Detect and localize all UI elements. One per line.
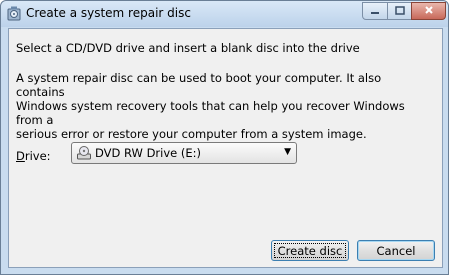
cancel-button[interactable]: Cancel xyxy=(357,240,435,261)
window-title: Create a system repair disc xyxy=(26,6,191,20)
dialog-window: Create a system repair disc Select a CD/… xyxy=(0,0,449,275)
maximize-icon xyxy=(394,5,405,18)
close-button[interactable] xyxy=(411,2,446,20)
title-bar[interactable]: Create a system repair disc xyxy=(1,1,448,27)
drive-label-access-key: D xyxy=(16,149,25,163)
dvd-drive-icon xyxy=(77,146,91,161)
drive-select-value: DVD RW Drive (E:) xyxy=(95,146,202,160)
minimize-button[interactable] xyxy=(362,2,388,20)
repair-disc-app-icon xyxy=(7,6,21,21)
dialog-content: Select a CD/DVD drive and insert a blank… xyxy=(8,28,443,268)
maximize-button[interactable] xyxy=(387,2,412,20)
drive-select[interactable]: DVD RW Drive (E:) ▼ xyxy=(71,142,297,164)
drive-label-text: rive: xyxy=(24,149,51,163)
drive-label: Drive: xyxy=(16,149,51,163)
minimize-icon xyxy=(370,5,380,18)
close-icon xyxy=(424,5,434,18)
description-text: A system repair disc can be used to boot… xyxy=(16,71,405,141)
instruction-heading: Select a CD/DVD drive and insert a blank… xyxy=(16,41,360,55)
chevron-down-icon[interactable]: ▼ xyxy=(284,147,291,157)
create-disc-button[interactable]: Create disc xyxy=(271,240,349,261)
